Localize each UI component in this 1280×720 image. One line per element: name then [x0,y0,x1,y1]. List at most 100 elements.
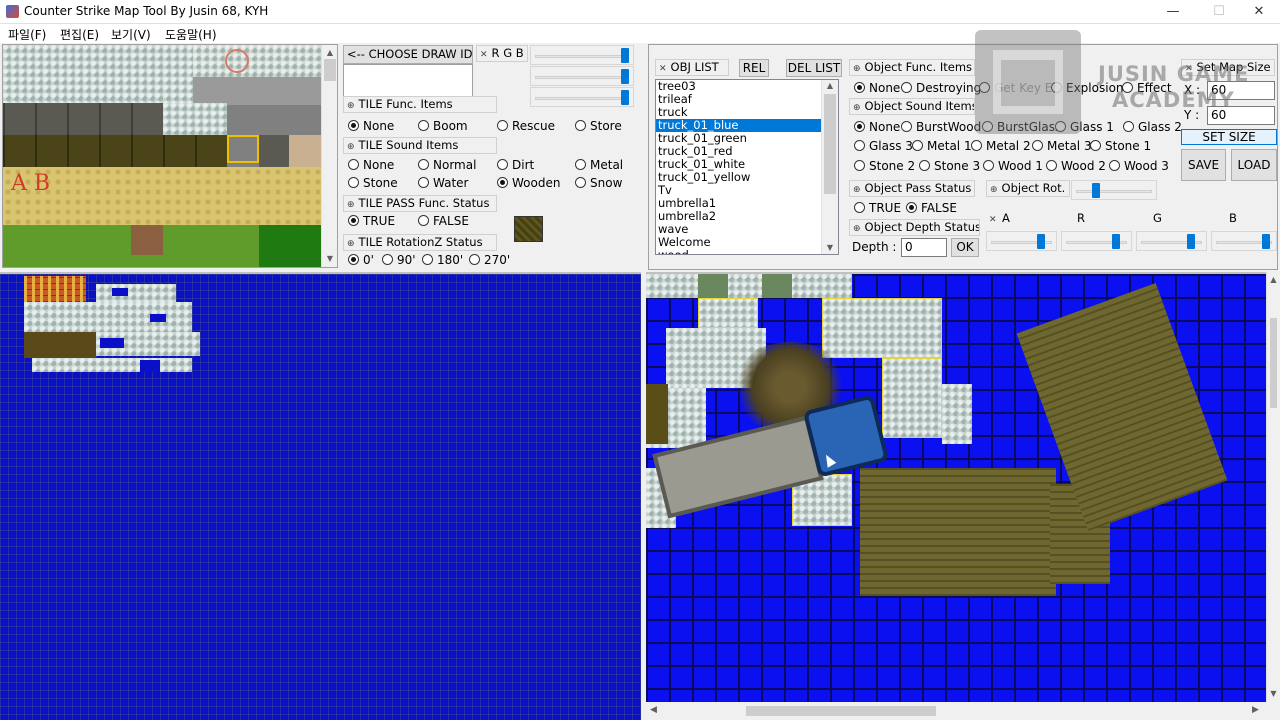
ab-marker: A B [11,171,51,196]
load-button[interactable]: LOAD [1231,149,1277,181]
save-button[interactable]: SAVE [1181,149,1226,181]
obj-blue-slider[interactable] [1211,231,1277,251]
tile-blue-slider[interactable] [530,87,634,107]
choose-draw-id-button[interactable]: <-- CHOOSE DRAW ID [343,45,473,64]
obj-green-slider[interactable] [1136,231,1207,251]
scroll-corner [1266,702,1280,720]
obj-sound-stone2-radio[interactable]: Stone 2 [854,159,915,173]
academy-logo [975,30,1081,134]
rgb-group: ✕ R G B [476,45,528,62]
obj-sound-stone3-radio[interactable]: Stone 3 [919,159,980,173]
set-size-button[interactable]: SET SIZE [1181,129,1277,145]
argb-label-r: R [1077,211,1085,225]
argb-group: ✕ A R G B [989,211,1237,225]
rel-button[interactable]: REL [739,59,769,77]
obj-func-destroying-radio[interactable]: Destroying [901,81,981,95]
obj-sound-metal1-radio[interactable]: Metal 1 [912,139,972,153]
obj-sound-glass2-radio[interactable]: Glass 2 [1123,120,1182,134]
list-item[interactable]: Welcome [656,236,838,249]
minimap-crate-object [24,276,86,302]
tile-func-rescue-radio[interactable]: Rescue [497,119,555,133]
map-vscrollbar[interactable]: ▲ ▼ [1266,272,1280,702]
obj-rot-slider[interactable] [1071,180,1157,200]
tile-sound-wooden-radio[interactable]: Wooden [497,176,560,190]
minimap-view[interactable] [0,272,641,720]
obj-sound-metal2-radio[interactable]: Metal 2 [971,139,1031,153]
tile-green-slider[interactable] [530,66,634,86]
tile-sound-snow-radio[interactable]: Snow [575,176,622,190]
list-item[interactable]: wood [656,249,838,254]
palette-selection [227,135,259,163]
tile-red-slider[interactable] [530,45,634,65]
obj-pass-true-radio[interactable]: TRUE [854,201,901,215]
title-bar: Counter Strike Map Tool By Jusin 68, KYH… [0,0,1280,24]
menu-bar: 파일(F) 편집(E) 보기(V) 도움말(H) [0,24,1280,43]
obj-func-none-radio[interactable]: None [854,81,900,95]
menu-help[interactable]: 도움말(H) [165,26,217,43]
tile-sound-water-radio[interactable]: Water [418,176,468,190]
tile-rot-180-radio[interactable]: 180' [422,253,463,267]
obj-func-group: ⊕ Object Func. Items [849,59,975,76]
tile-pass-group: ⊕ TILE PASS Func. Status [343,195,497,212]
tile-sound-none-radio[interactable]: None [348,158,394,172]
tile-sound-dirt-radio[interactable]: Dirt [497,158,534,172]
tile-rot-90-radio[interactable]: 90' [382,253,416,267]
obj-sound-wood2-radio[interactable]: Wood 2 [1046,159,1106,173]
tile-settings-panel: <-- CHOOSE DRAW ID ✕ R G B ⊕ TILE Func. It… [342,44,640,270]
close-button[interactable]: ✕ [1236,0,1280,24]
wood-crate-object [860,468,1056,596]
obj-pass-group: ⊕ Object Pass Status [849,180,975,197]
map-editor-view[interactable] [646,272,1266,702]
tile-sound-normal-radio[interactable]: Normal [418,158,476,172]
object-list[interactable]: tree03 trileaf truck truck_01_blue truck… [655,79,839,255]
tile-sound-stone-radio[interactable]: Stone [348,176,398,190]
obj-list-group: ✕ OBJ LIST [655,59,729,76]
watermark-line1: JUSIN GAME [1098,62,1250,86]
obj-sound-stone1-radio[interactable]: Stone 1 [1090,139,1151,153]
argb-label-g: G [1153,211,1162,225]
obj-sound-wood3-radio[interactable]: Wood 3 [1109,159,1169,173]
tile-pass-true-radio[interactable]: TRUE [348,214,395,228]
obj-depth-group: ⊕ Object Depth Status [849,219,980,236]
tile-sound-metal-radio[interactable]: Metal [575,158,623,172]
tile-func-store-radio[interactable]: Store [575,119,622,133]
obj-red-slider[interactable] [1061,231,1132,251]
obj-rot-group: ⊕ Object Rot. [986,180,1070,197]
obj-pass-false-radio[interactable]: FALSE [906,201,957,215]
menu-file[interactable]: 파일(F) [8,26,46,43]
menu-edit[interactable]: 편집(E) [60,26,99,43]
tile-func-boom-radio[interactable]: Boom [418,119,468,133]
obj-sound-glass3-radio[interactable]: Glass 3 [854,139,913,153]
minimize-button[interactable]: — [1150,0,1196,24]
map-hscrollbar[interactable]: ◀ ▶ [646,702,1266,720]
tile-sound-group: ⊕ TILE Sound Items [343,137,497,154]
del-list-button[interactable]: DEL LIST [786,59,842,77]
tile-func-none-radio[interactable]: None [348,119,394,133]
depth-input[interactable]: 0 [901,238,947,257]
window-title: Counter Strike Map Tool By Jusin 68, KYH [24,4,269,18]
tile-rot-0-radio[interactable]: 0' [348,253,374,267]
tile-palette[interactable]: A B ▲ ▼ [2,44,338,268]
target-icon [225,49,249,73]
obj-sound-none-radio[interactable]: None [854,120,900,134]
argb-label-b: B [1229,211,1237,225]
obj-sound-wood1-radio[interactable]: Wood 1 [983,159,1043,173]
app-icon [6,5,19,18]
object-list-scrollbar[interactable]: ▲ ▼ [821,80,838,254]
obj-sound-metal3-radio[interactable]: Metal 3 [1032,139,1092,153]
list-item[interactable]: truck_01_yellow [656,171,838,184]
obj-sound-burstwood-radio[interactable]: BurstWood [901,120,981,134]
obj-alpha-slider[interactable] [986,231,1057,251]
argb-label-a: A [1002,211,1010,225]
obj-sound-group: ⊕ Object Sound Items [849,98,975,115]
tile-preview-swatch [514,216,543,242]
tile-rot-270-radio[interactable]: 270' [469,253,510,267]
menu-view[interactable]: 보기(V) [111,26,151,43]
tile-func-group: ⊕ TILE Func. Items [343,96,497,113]
tile-rot-group: ⊕ TILE RotationZ Status [343,234,497,251]
depth-label: Depth : [852,240,897,254]
palette-scrollbar[interactable]: ▲ ▼ [321,45,337,267]
watermark-line2: ACADEMY [1112,88,1235,112]
tile-pass-false-radio[interactable]: FALSE [418,214,469,228]
depth-ok-button[interactable]: OK [951,238,979,257]
